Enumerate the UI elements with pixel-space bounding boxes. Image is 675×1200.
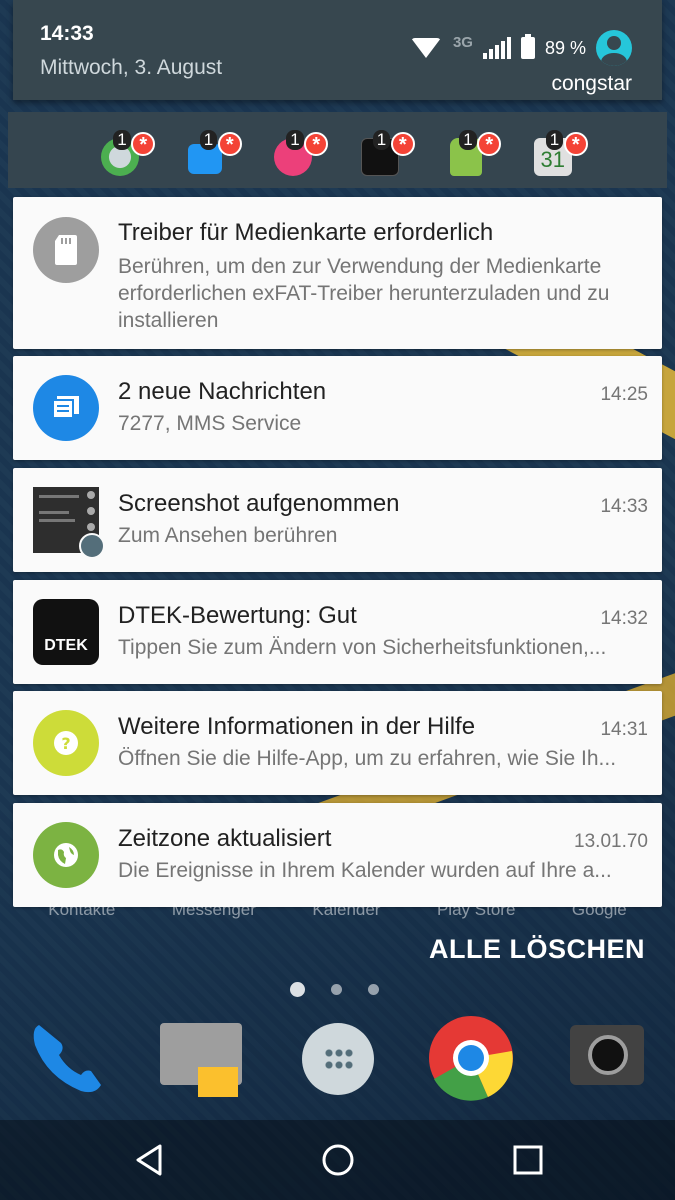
notification-time: 14:33 bbox=[600, 496, 648, 517]
user-avatar-icon[interactable] bbox=[596, 30, 632, 66]
signal-icon bbox=[482, 37, 511, 59]
network-type: 3G bbox=[452, 33, 473, 51]
badge-count: 1 bbox=[199, 130, 218, 150]
status-icons: 3G 89 % bbox=[409, 30, 632, 66]
badge-star-icon: * bbox=[131, 132, 156, 156]
battery-icon bbox=[520, 34, 535, 59]
date-label[interactable]: Mittwoch, 3. August bbox=[40, 56, 222, 80]
dtek-app-icon: DTEK bbox=[33, 599, 99, 665]
notification-body: Tippen Sie zum Ändern von Sicherheitsfun… bbox=[118, 636, 607, 659]
message-icon bbox=[33, 375, 99, 441]
notification-title: DTEK-Bewertung: Gut bbox=[118, 602, 357, 629]
notification-dtek[interactable]: DTEK DTEK-Bewertung: Gut 14:32 Tippen Si… bbox=[13, 580, 662, 684]
camera-icon[interactable] bbox=[566, 1015, 652, 1101]
notification-time: 14:32 bbox=[600, 608, 648, 629]
badge-count: 1 bbox=[286, 130, 304, 150]
sound-profile-icon[interactable]: 1 * bbox=[101, 130, 156, 176]
notification-timezone[interactable]: Zeitzone aktualisiert 13.01.70 Die Ereig… bbox=[13, 803, 662, 907]
notification-time: 14:31 bbox=[600, 719, 648, 740]
page-indicator bbox=[290, 982, 379, 997]
badge-star-icon: * bbox=[304, 132, 329, 156]
badge-count: 1 bbox=[113, 130, 131, 150]
notification-title: Weitere Informationen in der Hilfe bbox=[118, 713, 476, 740]
home-dock bbox=[0, 1015, 675, 1115]
notification-time: 14:25 bbox=[600, 384, 648, 405]
badge-star-icon: * bbox=[477, 132, 502, 156]
messenger-icon[interactable] bbox=[158, 1015, 244, 1101]
phone-icon[interactable] bbox=[25, 1015, 111, 1101]
dock-label: Messenger bbox=[171, 900, 256, 919]
app-drawer-icon[interactable] bbox=[296, 1015, 382, 1101]
chrome-icon[interactable] bbox=[428, 1015, 514, 1101]
quick-status-header[interactable]: 14:33 Mittwoch, 3. August 3G 89 % congst… bbox=[13, 0, 662, 100]
dtek-icon-label: DTEK bbox=[44, 637, 88, 654]
recents-icon[interactable] bbox=[510, 1142, 546, 1178]
badge-star-icon: * bbox=[390, 132, 415, 156]
help-icon: ? bbox=[33, 710, 99, 776]
notification-screenshot[interactable]: Screenshot aufgenommen 14:33 Zum Ansehen… bbox=[13, 468, 662, 572]
badge-count: 1 bbox=[545, 130, 564, 150]
notification-messages[interactable]: 2 neue Nachrichten 14:25 7277, MMS Servi… bbox=[13, 356, 662, 460]
notification-app-icons: 1 * 1 * 1 * 1 * 1 * 31 1 * bbox=[8, 112, 667, 188]
home-app-labels: Kontakte Messenger Kalender Play Store G… bbox=[0, 900, 675, 920]
badge-star-icon: * bbox=[563, 132, 588, 156]
badge-count: 1 bbox=[459, 130, 477, 150]
clock: 14:33 bbox=[40, 22, 94, 45]
image-icon bbox=[79, 533, 105, 559]
dock-label: Play Store bbox=[436, 900, 516, 919]
globe-icon bbox=[33, 822, 99, 888]
dock-label: Google bbox=[571, 900, 627, 919]
clear-all-button[interactable]: ALLE LÖSCHEN bbox=[429, 934, 645, 965]
notification-body: Berühren, um den zur Verwendung der Medi… bbox=[118, 255, 610, 332]
notification-title: Zeitzone aktualisiert bbox=[118, 825, 332, 852]
battery-percent: 89 % bbox=[544, 37, 586, 58]
notification-body: Öffnen Sie die Hilfe-App, um zu erfahren… bbox=[118, 747, 617, 770]
notification-help[interactable]: ? Weitere Informationen in der Hilfe 14:… bbox=[13, 691, 662, 795]
messages-icon[interactable]: 1 * bbox=[187, 130, 242, 174]
calendar-icon[interactable]: 31 1 * bbox=[533, 130, 588, 176]
dtek-icon[interactable]: 1 * bbox=[360, 130, 415, 176]
home-icon[interactable] bbox=[320, 1142, 356, 1178]
badge-star-icon: * bbox=[217, 132, 242, 156]
notification-body: Die Ereignisse in Ihrem Kalender wurden … bbox=[118, 859, 612, 882]
notification-body: Zum Ansehen berühren bbox=[118, 524, 338, 547]
badge-count: 1 bbox=[372, 130, 391, 150]
notification-body: 7277, MMS Service bbox=[118, 412, 302, 435]
sd-card-icon bbox=[33, 217, 99, 283]
notification-media-driver[interactable]: Treiber für Medienkarte erforderlich Ber… bbox=[13, 197, 662, 349]
carrier-name: congstar bbox=[551, 72, 632, 95]
android-icon[interactable]: 1 * bbox=[447, 130, 502, 176]
svg-text:?: ? bbox=[61, 734, 70, 753]
back-icon[interactable] bbox=[132, 1142, 168, 1178]
dock-label: Kontakte bbox=[48, 900, 116, 919]
notification-title: 2 neue Nachrichten bbox=[118, 378, 327, 405]
navigation-bar bbox=[0, 1120, 675, 1200]
notification-title: Screenshot aufgenommen bbox=[118, 490, 400, 517]
notification-time: 13.01.70 bbox=[574, 831, 648, 852]
notification-title: Treiber für Medienkarte erforderlich bbox=[118, 219, 494, 246]
dock-label: Kalender bbox=[312, 900, 381, 919]
wifi-icon bbox=[409, 36, 443, 60]
hub-icon[interactable]: 1 * bbox=[274, 130, 329, 176]
